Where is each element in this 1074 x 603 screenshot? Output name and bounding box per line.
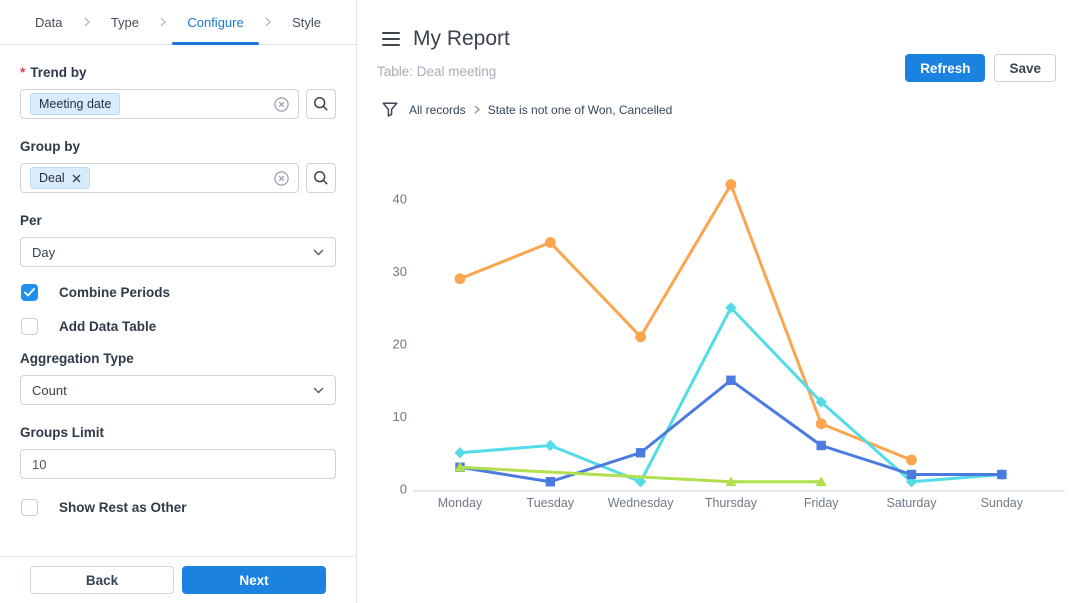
per-select-value: Day bbox=[32, 245, 55, 260]
save-button[interactable]: Save bbox=[994, 54, 1056, 82]
chevron-right-icon bbox=[84, 0, 90, 44]
back-button[interactable]: Back bbox=[30, 566, 174, 594]
svg-text:Friday: Friday bbox=[804, 496, 839, 510]
clear-field-icon[interactable] bbox=[274, 171, 289, 186]
show-rest-checkbox[interactable] bbox=[21, 499, 38, 516]
filter-funnel-icon bbox=[382, 102, 398, 117]
show-rest-label: Show Rest as Other bbox=[59, 500, 187, 515]
chevron-down-icon bbox=[313, 249, 324, 256]
refresh-button[interactable]: Refresh bbox=[905, 54, 985, 82]
combine-periods-checkbox[interactable] bbox=[21, 284, 38, 301]
svg-text:Monday: Monday bbox=[438, 496, 483, 510]
combine-periods-row: Combine Periods bbox=[21, 284, 336, 301]
chevron-right-icon bbox=[265, 0, 271, 44]
svg-text:Thursday: Thursday bbox=[705, 496, 758, 510]
remove-chip-icon[interactable] bbox=[72, 174, 81, 183]
svg-text:0: 0 bbox=[400, 482, 407, 497]
config-sidebar: Data Type Configure Style * Trend by Mee… bbox=[0, 0, 357, 603]
per-label: Per bbox=[20, 213, 336, 228]
groups-limit-input[interactable]: 10 bbox=[20, 449, 336, 479]
show-rest-row: Show Rest as Other bbox=[21, 499, 336, 516]
step-style[interactable]: Style bbox=[277, 0, 336, 44]
per-select[interactable]: Day bbox=[20, 237, 336, 267]
svg-text:Sunday: Sunday bbox=[981, 496, 1024, 510]
add-data-table-row: Add Data Table bbox=[21, 318, 336, 335]
chevron-down-icon bbox=[313, 387, 324, 394]
svg-text:Tuesday: Tuesday bbox=[527, 496, 575, 510]
step-data[interactable]: Data bbox=[20, 0, 77, 44]
search-icon bbox=[313, 170, 329, 186]
svg-text:20: 20 bbox=[393, 337, 407, 352]
search-icon bbox=[313, 96, 329, 112]
wizard-breadcrumb: Data Type Configure Style bbox=[0, 0, 356, 45]
aggregation-type-select[interactable]: Count bbox=[20, 375, 336, 405]
group-by-input[interactable]: Deal bbox=[20, 163, 299, 193]
report-preview: My Report Table: Deal meeting Refresh Sa… bbox=[357, 0, 1074, 603]
next-button[interactable]: Next bbox=[182, 566, 326, 594]
chevron-right-icon bbox=[474, 105, 480, 114]
filter-summary[interactable]: All records State is not one of Won, Can… bbox=[382, 102, 1074, 117]
trend-by-chip[interactable]: Meeting date bbox=[30, 93, 120, 114]
trend-by-search-button[interactable] bbox=[306, 89, 336, 119]
svg-text:Wednesday: Wednesday bbox=[608, 496, 675, 510]
group-by-chip[interactable]: Deal bbox=[30, 167, 90, 188]
hamburger-menu-icon[interactable] bbox=[382, 32, 400, 46]
report-title: My Report bbox=[413, 27, 510, 51]
svg-text:10: 10 bbox=[393, 409, 407, 424]
trend-by-label: * Trend by bbox=[20, 65, 336, 80]
add-data-table-checkbox[interactable] bbox=[21, 318, 38, 335]
group-by-label: Group by bbox=[20, 139, 336, 154]
clear-field-icon[interactable] bbox=[274, 97, 289, 112]
aggregation-type-value: Count bbox=[32, 383, 67, 398]
filter-scope[interactable]: All records bbox=[409, 103, 466, 117]
aggregation-type-label: Aggregation Type bbox=[20, 351, 336, 366]
combine-periods-label: Combine Periods bbox=[59, 285, 170, 300]
required-asterisk: * bbox=[20, 65, 25, 80]
step-type[interactable]: Type bbox=[96, 0, 154, 44]
step-configure[interactable]: Configure bbox=[172, 0, 258, 44]
group-by-search-button[interactable] bbox=[306, 163, 336, 193]
trend-by-input[interactable]: Meeting date bbox=[20, 89, 299, 119]
add-data-table-label: Add Data Table bbox=[59, 319, 156, 334]
trend-chart: 0 10 20 30 40 Monday Tuesday Wednesday Thursday F… bbox=[357, 150, 1074, 530]
wizard-footer: Back Next bbox=[0, 556, 356, 603]
groups-limit-label: Groups Limit bbox=[20, 425, 336, 440]
svg-text:Saturday: Saturday bbox=[886, 496, 937, 510]
filter-condition[interactable]: State is not one of Won, Cancelled bbox=[488, 103, 673, 117]
svg-text:40: 40 bbox=[393, 192, 407, 207]
chevron-right-icon bbox=[160, 0, 166, 44]
check-icon bbox=[24, 288, 35, 297]
svg-text:30: 30 bbox=[393, 264, 407, 279]
